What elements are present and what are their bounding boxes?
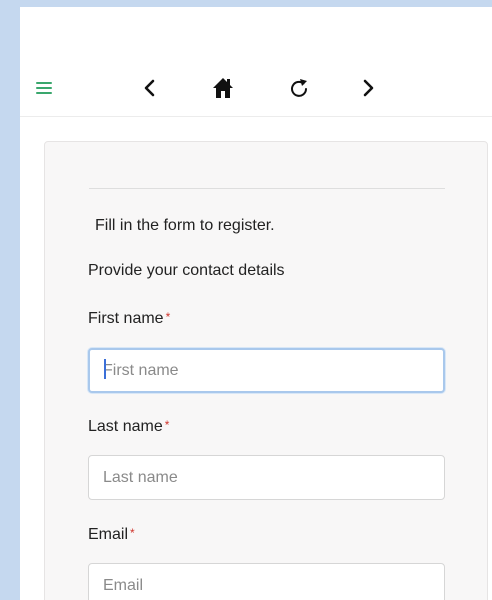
chevron-right-icon (363, 79, 374, 97)
required-marker: * (130, 526, 135, 540)
required-marker: * (165, 310, 171, 324)
device-frame-top (0, 0, 492, 7)
back-button[interactable] (136, 73, 162, 103)
first-name-label-text: First name (88, 310, 164, 327)
email-input[interactable] (88, 563, 445, 600)
first-name-label: First name * (88, 310, 170, 328)
email-label-text: Email (88, 526, 129, 543)
text-caret (104, 359, 106, 379)
form-intro-text: Fill in the form to register. (95, 217, 275, 234)
device-frame-left (0, 0, 20, 600)
chevron-left-icon (144, 79, 155, 97)
forward-button[interactable] (356, 73, 382, 103)
home-button[interactable] (208, 73, 238, 103)
registration-form-card: Fill in the form to register. Provide yo… (44, 141, 488, 600)
reload-button[interactable] (285, 73, 313, 103)
first-name-input[interactable] (88, 348, 445, 393)
last-name-label-text: Last name (88, 418, 163, 435)
app-screen: Fill in the form to register. Provide yo… (20, 7, 492, 600)
reload-icon (291, 79, 307, 97)
required-marker: * (164, 418, 170, 432)
email-label: Email * (88, 526, 135, 544)
home-icon (213, 78, 233, 98)
divider (89, 188, 445, 189)
last-name-input[interactable] (88, 455, 445, 500)
hamburger-menu-icon[interactable] (32, 73, 56, 103)
last-name-label: Last name * (88, 418, 169, 436)
navigation-bar (20, 7, 492, 117)
section-title: Provide your contact details (88, 262, 285, 279)
